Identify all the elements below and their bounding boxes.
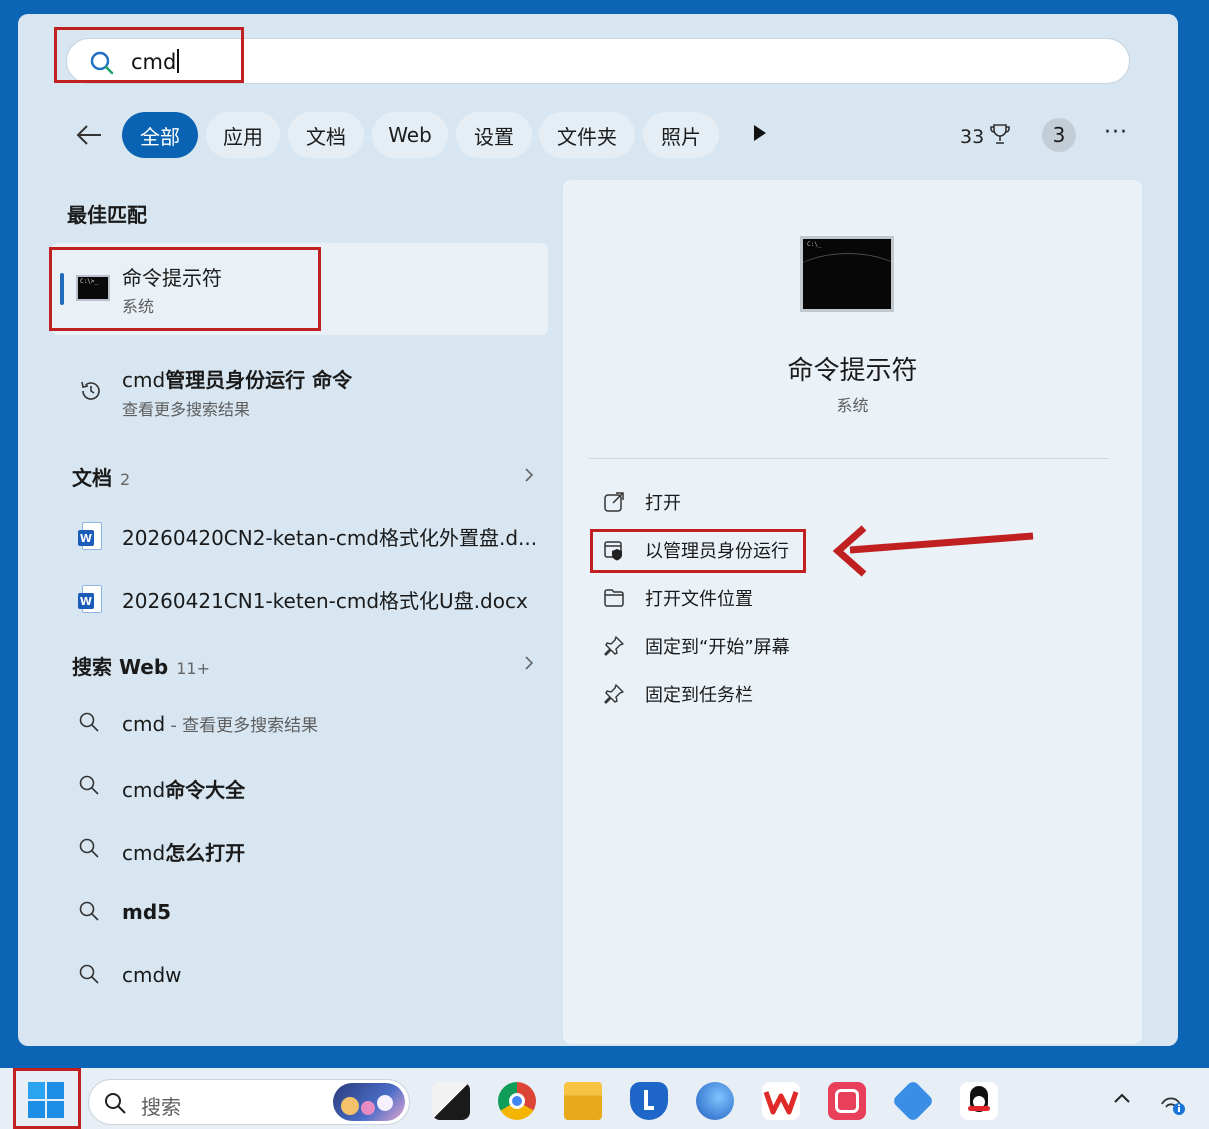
action-open[interactable]: 打开 — [603, 482, 681, 522]
divider — [589, 458, 1109, 459]
action-label: 固定到任务栏 — [645, 685, 753, 706]
chevron-up-icon[interactable] — [1112, 1090, 1132, 1109]
action-label: 打开文件位置 — [645, 589, 753, 610]
points-value: 33 — [960, 125, 985, 148]
taskbar: 搜索 — [0, 1068, 1209, 1129]
history-prefix: cmd — [122, 368, 166, 392]
action-pin-to-taskbar[interactable]: 固定到任务栏 — [603, 674, 753, 714]
web-bold: 命令大全 — [165, 778, 246, 802]
action-open-file-location[interactable]: 打开文件位置 — [603, 578, 753, 618]
web-hint: - 查看更多搜索结果 — [165, 716, 319, 736]
document-item[interactable]: W 20260421CN1-keten-cmd格式化U盘.docx — [52, 571, 548, 627]
security-app-icon[interactable] — [630, 1082, 668, 1120]
word-doc-icon: W — [78, 522, 104, 552]
back-arrow-icon[interactable] — [74, 120, 106, 152]
history-subtitle: 查看更多搜索结果 — [122, 400, 251, 419]
web-count: 11+ — [176, 659, 210, 678]
documents-count: 2 — [120, 470, 131, 489]
chevron-right-icon[interactable] — [522, 466, 536, 488]
red-arrow-annotation — [832, 525, 1034, 577]
preview-title: 命令提示符 — [787, 356, 918, 386]
web-suggestion[interactable]: md5 — [52, 886, 548, 942]
photo-app-icon[interactable] — [828, 1082, 866, 1120]
history-suggestion[interactable]: cmd管理员身份运行 命令 查看更多搜索结果 — [52, 360, 548, 424]
chip-photos[interactable]: 照片 — [643, 112, 719, 158]
search-icon — [103, 1091, 127, 1119]
search-icon — [78, 963, 100, 989]
web-bold: 怎么打开 — [165, 841, 246, 865]
web-heading[interactable]: 搜索 Web 11+ — [72, 651, 210, 680]
web-suggestion[interactable]: cmd - 查看更多搜索结果 — [52, 697, 548, 753]
web-prefix: cmd — [122, 712, 166, 736]
search-highlight-image — [333, 1083, 405, 1121]
rewards-points[interactable]: 33 — [960, 122, 1012, 151]
pin-icon — [604, 684, 624, 704]
best-match-heading: 最佳匹配 — [67, 203, 147, 227]
network-icon[interactable] — [1158, 1090, 1188, 1120]
word-doc-icon: W — [78, 585, 104, 615]
chip-all[interactable]: 全部 — [122, 112, 198, 158]
action-label: 固定到“开始”屏幕 — [645, 637, 790, 658]
search-icon — [78, 711, 100, 737]
web-prefix: cmdw — [122, 963, 182, 987]
account-badge[interactable]: 3 — [1042, 118, 1076, 152]
highlight-run-as-admin — [590, 529, 806, 573]
history-icon — [78, 378, 104, 408]
web-prefix: cmd — [122, 778, 166, 802]
taskbar-search[interactable]: 搜索 — [88, 1079, 410, 1125]
taskbar-search-placeholder: 搜索 — [141, 1095, 181, 1119]
document-name: 20260421CN1-keten-cmd格式化U盘.docx — [122, 589, 528, 613]
chip-documents[interactable]: 文档 — [288, 112, 364, 158]
web-prefix: cmd — [122, 841, 166, 865]
web-suggestion[interactable]: cmd怎么打开 — [52, 823, 548, 879]
web-bold: md5 — [122, 900, 172, 924]
highlight-best-match — [49, 247, 321, 331]
pin-icon — [604, 636, 624, 656]
document-name: 20260420CN2-ketan-cmd格式化外置盘.d... — [122, 526, 538, 550]
folder-icon — [604, 589, 624, 607]
wps-icon[interactable] — [762, 1082, 800, 1120]
thunderbird-icon[interactable] — [696, 1082, 734, 1120]
history-bold: 管理员身份运行 命令 — [165, 368, 353, 392]
search-icon — [78, 774, 100, 800]
chip-folders[interactable]: 文件夹 — [539, 112, 635, 158]
highlight-start-button — [13, 1068, 81, 1129]
network-app-icon[interactable] — [891, 1079, 935, 1123]
file-explorer-icon[interactable] — [564, 1082, 602, 1120]
web-suggestion[interactable]: cmdw — [52, 949, 548, 1005]
document-item[interactable]: W 20260420CN2-ketan-cmd格式化外置盘.d... — [52, 508, 548, 564]
chip-apps[interactable]: 应用 — [206, 112, 280, 158]
open-external-icon — [604, 492, 624, 512]
action-label: 打开 — [645, 493, 681, 514]
preview-pane: C:\_ 命令提示符 系统 打开 以管理员身份运行 打开文件位置 固定到“开始”… — [563, 180, 1142, 1044]
web-suggestion[interactable]: cmd命令大全 — [52, 760, 548, 816]
search-icon — [78, 900, 100, 926]
highlight-search — [54, 27, 244, 83]
chip-web[interactable]: Web — [372, 112, 448, 158]
chevron-right-icon[interactable] — [522, 654, 536, 676]
trophy-icon — [988, 122, 1012, 151]
chrome-icon[interactable] — [498, 1082, 536, 1120]
documents-heading[interactable]: 文档 2 — [72, 462, 130, 491]
task-view-app-icon[interactable] — [432, 1082, 470, 1120]
documents-heading-label: 文档 — [72, 466, 112, 490]
command-prompt-large-icon: C:\_ — [800, 236, 894, 312]
web-heading-label: 搜索 Web — [72, 655, 169, 679]
search-icon — [78, 837, 100, 863]
filter-bar: 全部 应用 文档 Web 设置 文件夹 照片 33 3 ··· — [0, 110, 1209, 160]
action-pin-to-start[interactable]: 固定到“开始”屏幕 — [603, 626, 790, 666]
chip-settings[interactable]: 设置 — [456, 112, 532, 158]
play-icon[interactable] — [752, 124, 768, 146]
more-options-button[interactable]: ··· — [1104, 120, 1128, 145]
preview-subtitle: 系统 — [836, 396, 869, 415]
qq-icon[interactable] — [960, 1082, 998, 1120]
